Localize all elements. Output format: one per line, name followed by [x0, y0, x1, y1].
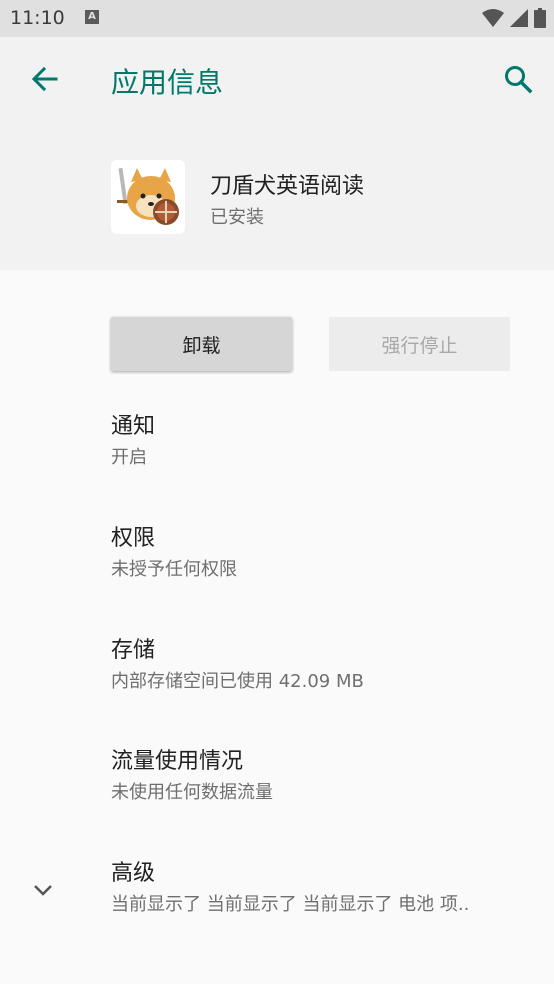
app-icon: [111, 160, 185, 234]
settings-item-subtitle: 当前显示了 当前显示了 当前显示了 电池 项..: [111, 894, 470, 915]
force-stop-button: 强行停止: [329, 317, 510, 371]
settings-item-subtitle: 未授予任何权限: [111, 559, 237, 580]
arrow-back-icon: [31, 66, 58, 92]
uninstall-button[interactable]: 卸载: [111, 317, 292, 371]
search-button[interactable]: [500, 61, 536, 97]
back-button[interactable]: [26, 61, 62, 97]
app-name: 刀盾犬英语阅读: [210, 174, 365, 199]
settings-item-subtitle: 内部存储空间已使用 42.09 MB: [111, 671, 364, 692]
app-info-content: 卸载 强行停止 通知 开启 权限 未授予任何权限 存储 内部存储空间已使用 42…: [0, 270, 554, 984]
signal-icon: [510, 9, 528, 27]
settings-item-advanced[interactable]: 高级 当前显示了 当前显示了 当前显示了 电池 项..: [111, 859, 531, 919]
settings-item-title: 权限: [111, 526, 156, 551]
settings-item-title: 存储: [111, 638, 156, 663]
app-install-status: 已安装: [210, 207, 264, 228]
page-title: 应用信息: [111, 66, 224, 99]
wifi-icon: [482, 9, 504, 27]
settings-item-title: 流量使用情况: [111, 749, 244, 774]
app-bar: 应用信息: [0, 37, 554, 123]
status-time: 11:10: [10, 7, 65, 29]
status-bar: 11:10 A: [0, 0, 554, 37]
shiba-dog-icon: [111, 160, 185, 234]
settings-item-notifications[interactable]: 通知 开启: [111, 412, 531, 472]
status-icons: [482, 8, 546, 28]
notification-icon: A: [85, 10, 99, 24]
settings-item-storage[interactable]: 存储 内部存储空间已使用 42.09 MB: [111, 636, 531, 696]
settings-item-permissions[interactable]: 权限 未授予任何权限: [111, 524, 531, 584]
app-header: 刀盾犬英语阅读 已安装: [0, 123, 554, 270]
battery-icon: [534, 8, 546, 28]
settings-item-data-usage[interactable]: 流量使用情况 未使用任何数据流量: [111, 747, 531, 807]
settings-item-subtitle: 未使用任何数据流量: [111, 782, 273, 803]
settings-item-title: 高级: [111, 861, 156, 886]
chevron-down-icon[interactable]: [30, 877, 56, 903]
search-icon: [505, 66, 533, 94]
settings-item-subtitle: 开启: [111, 447, 147, 468]
settings-item-title: 通知: [111, 414, 156, 439]
